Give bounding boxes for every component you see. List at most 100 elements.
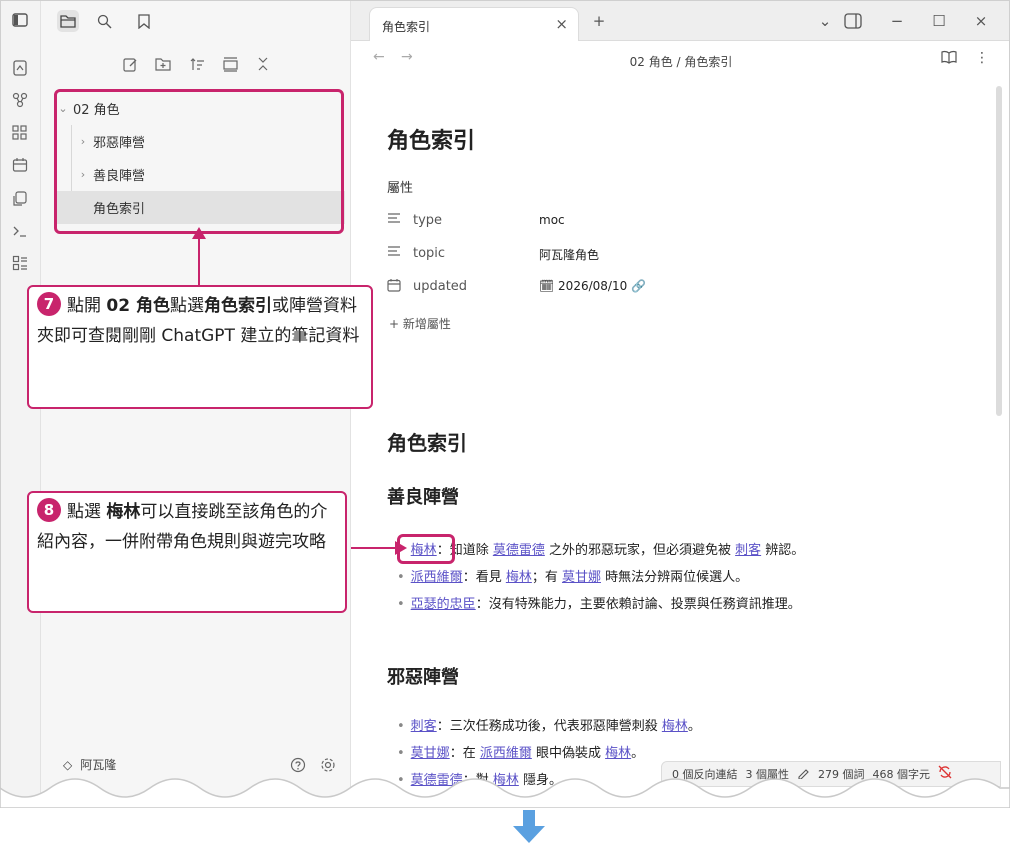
window-close-icon[interactable]: ×	[969, 9, 993, 33]
internal-link[interactable]: 梅林	[662, 719, 688, 734]
add-property-button[interactable]: + 新增屬性	[389, 315, 451, 332]
bullet: •	[397, 597, 405, 612]
text-property-icon	[387, 212, 403, 228]
list-text: ：看見	[462, 570, 506, 585]
sidebar-header	[41, 1, 351, 41]
property-key: updated	[413, 279, 468, 294]
internal-link[interactable]: 莫甘娜	[562, 570, 601, 585]
property-topic[interactable]: topic 阿瓦隆角色	[387, 243, 887, 265]
search-icon[interactable]	[93, 10, 115, 32]
internal-link[interactable]: 莫甘娜	[411, 746, 450, 761]
vault-switcher[interactable]: ◇ 阿瓦隆	[63, 756, 116, 773]
property-key: type	[413, 213, 443, 228]
tab-close-icon[interactable]: ×	[555, 15, 568, 33]
step-badge: 7	[37, 292, 61, 316]
new-folder-icon[interactable]	[152, 53, 174, 75]
calendar-icon[interactable]	[11, 156, 29, 174]
tab-list-chevron-icon[interactable]: ⌄	[813, 9, 837, 33]
bookmark-icon[interactable]	[133, 10, 155, 32]
list-text: ；有	[531, 570, 562, 585]
file-explorer-toolbar	[41, 53, 351, 79]
bullet: •	[397, 719, 405, 734]
more-options-icon[interactable]: ⋮	[975, 50, 989, 66]
copy-icon[interactable]	[11, 190, 29, 208]
maximize-icon[interactable]: ☐	[927, 9, 951, 33]
breadcrumb[interactable]: 02 角色 / 角色索引	[351, 53, 1009, 70]
note-content: 角色索引 屬性 type moc topic 阿瓦隆角色 updated 🗓 2…	[351, 78, 996, 799]
callout-text: 點選	[67, 502, 107, 522]
internal-link[interactable]: 梅林	[506, 570, 532, 585]
list-item: •梅林：知道除 莫德雷德 之外的邪惡玩家，但必須避免被 刺客 辨認。	[397, 539, 804, 558]
properties-heading: 屬性	[387, 181, 414, 196]
note-title[interactable]: 角色索引	[387, 123, 475, 155]
internal-link[interactable]: 亞瑟的忠臣	[411, 597, 476, 612]
quick-switcher-icon[interactable]	[11, 59, 29, 77]
property-value[interactable]: moc	[539, 213, 565, 227]
list-item: • 莫甘娜：在 派西維爾 眼中偽裝成 梅林。	[397, 742, 644, 761]
internal-link[interactable]: 梅林	[605, 746, 631, 761]
highlight-box-merlin	[397, 534, 455, 564]
heading-role-index: 角色索引	[387, 431, 467, 455]
scrollbar[interactable]	[996, 86, 1002, 416]
calendar-icon	[387, 278, 403, 296]
callout-bold: 角色索引	[203, 296, 272, 316]
internal-link[interactable]: 莫德雷德	[493, 543, 545, 558]
internal-link[interactable]: 派西維爾	[480, 746, 532, 761]
collapse-icon[interactable]	[219, 53, 241, 75]
reading-view-icon[interactable]	[941, 50, 957, 68]
internal-link[interactable]: 派西維爾	[411, 570, 463, 585]
canvas-icon[interactable]	[11, 124, 29, 142]
list-text: 。	[631, 746, 645, 761]
internal-link[interactable]: 刺客	[411, 719, 437, 734]
internal-link[interactable]: 刺客	[735, 543, 761, 558]
next-step-arrow-icon	[513, 810, 545, 843]
step-badge: 8	[37, 498, 61, 522]
graph-icon[interactable]	[11, 91, 29, 109]
vault-name: 阿瓦隆	[80, 758, 117, 772]
close-icon[interactable]	[252, 53, 274, 75]
list-text: 辨認。	[761, 543, 805, 558]
list-item: • 亞瑟的忠臣：沒有特殊能力，主要依賴討論、投票與任務資訊推理。	[397, 593, 801, 612]
callout-step-8: 8 點選 梅林可以直接跳至該角色的介紹內容，一併附帶角色規則與遊完攻略	[27, 491, 347, 613]
property-updated[interactable]: updated 🗓 2026/08/10 🔗	[387, 276, 887, 298]
chevron-updown-icon: ◇	[63, 757, 73, 772]
annotation-arrow-up	[192, 227, 206, 285]
navigation-bar: ← → 02 角色 / 角色索引 ⋮	[351, 42, 1009, 78]
property-type[interactable]: type moc	[387, 210, 887, 232]
vault-switcher-bar: ◇ 阿瓦隆	[41, 749, 351, 781]
property-key: topic	[413, 246, 446, 261]
files-icon[interactable]	[57, 10, 79, 32]
app-window: ⌄ 02 角色 › 邪惡陣營 › 善良陣營 角色索引 ◇ 阿瓦隆 角色索引 × …	[0, 0, 1010, 800]
torn-edge-wave	[0, 778, 1010, 808]
terminal-icon[interactable]	[11, 222, 29, 240]
sort-icon[interactable]	[186, 53, 208, 75]
callout-text: 點開	[67, 296, 107, 316]
list-text: 。	[687, 719, 701, 734]
help-icon[interactable]	[287, 754, 309, 776]
sidebar-toggle-icon[interactable]	[11, 11, 29, 29]
new-note-icon[interactable]	[119, 53, 141, 75]
highlight-box-file-tree	[54, 89, 344, 234]
bullet: •	[397, 746, 405, 761]
minimize-icon[interactable]: −	[885, 9, 909, 33]
callout-step-7: 7 點開 02 角色點選角色索引或陣營資料夾即可查閱剛剛 ChatGPT 建立的筆…	[27, 285, 373, 409]
new-tab-icon[interactable]: +	[587, 9, 611, 33]
tab-bar: 角色索引 × + ⌄ − ☐ ×	[351, 1, 1009, 41]
heading-good-faction: 善良陣營	[387, 487, 459, 508]
gear-icon[interactable]	[317, 754, 339, 776]
list-text: ：在	[449, 746, 480, 761]
property-value[interactable]: 🗓 2026/08/10 🔗	[539, 279, 646, 293]
property-value[interactable]: 阿瓦隆角色	[539, 246, 599, 263]
callout-text: 點選	[169, 296, 204, 316]
toggle-right-sidebar-icon[interactable]	[841, 9, 865, 33]
text-property-icon	[387, 245, 403, 261]
list-item: • 派西維爾：看見 梅林；有 莫甘娜 時無法分辨兩位候選人。	[397, 566, 748, 585]
callout-bold: 梅林	[106, 502, 141, 522]
bases-icon[interactable]	[11, 254, 29, 272]
heading-evil-faction: 邪惡陣營	[387, 667, 459, 688]
tab-role-index[interactable]: 角色索引 ×	[369, 7, 579, 41]
bullet: •	[397, 570, 405, 585]
annotation-arrow-right	[351, 541, 407, 555]
callout-bold: 02 角色	[106, 296, 170, 316]
tab-title: 角色索引	[382, 20, 431, 34]
